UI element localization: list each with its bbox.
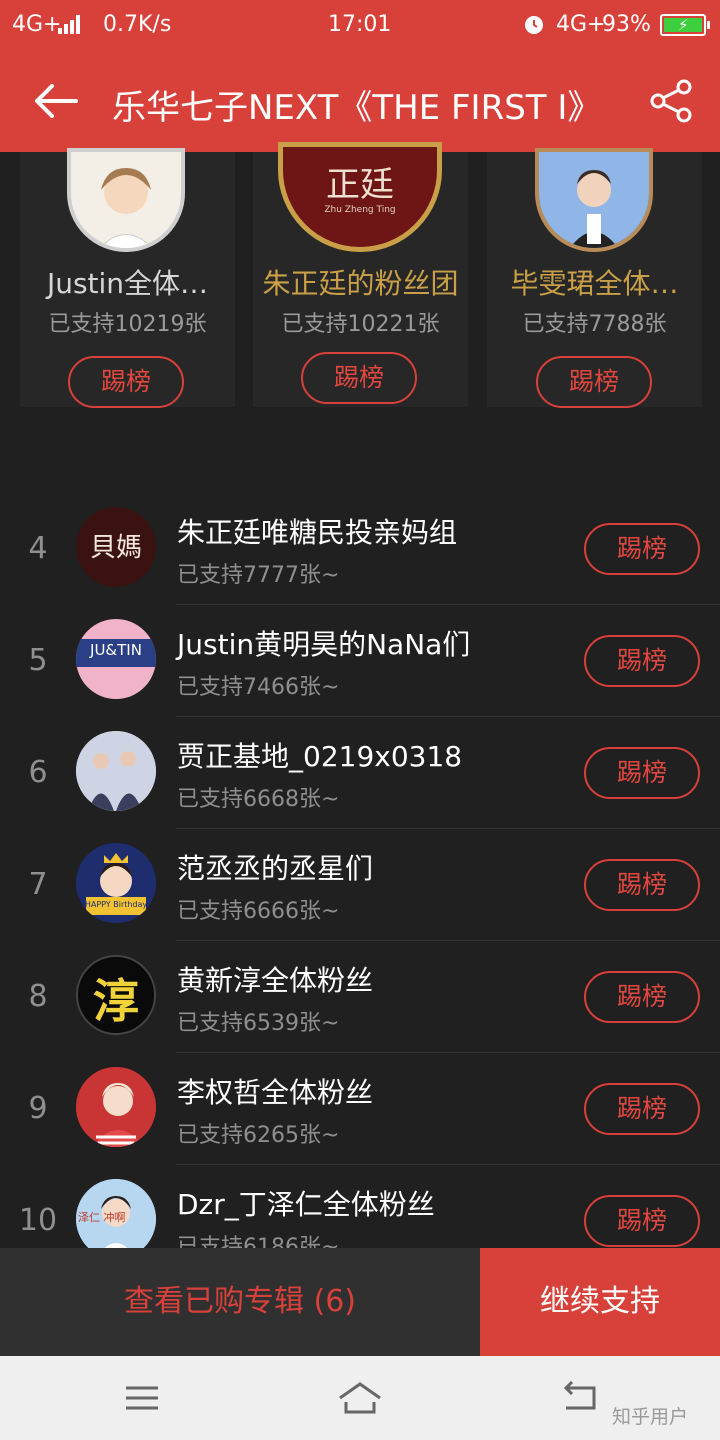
fan-group-name: 范丞丞的丞星们 <box>177 852 374 885</box>
signal-icon <box>58 14 84 34</box>
support-count: 已支持6186张~ <box>177 1235 340 1248</box>
list-item[interactable]: 5 JU&TIN Justin黄明昊的NaNa们 已支持7466张~ 踢榜 <box>0 605 720 717</box>
avatar: 貝媽 <box>76 507 156 587</box>
kick-button[interactable]: 踢榜 <box>584 523 700 575</box>
status-bar: 4G+ 0.7K/s 17:01 4G+ 93% ⚡ <box>0 0 720 50</box>
kick-button[interactable]: 踢榜 <box>584 1195 700 1247</box>
list-item[interactable]: 4 貝媽 朱正廷唯糖民投亲妈组 已支持7777张~ 踢榜 <box>0 493 720 605</box>
fan-group-name: Justin黄明昊的NaNa们 <box>177 628 471 661</box>
bottom-action-bar: 查看已购专辑 (6) 继续支持 <box>0 1248 720 1356</box>
alarm-icon <box>525 16 543 34</box>
page-title: 乐华七子NEXT《THE FIRST I》 <box>112 88 602 128</box>
rank-number: 4 <box>28 531 48 566</box>
watermark: 知乎用户 <box>612 1406 689 1428</box>
support-count: 已支持6668张~ <box>177 787 340 812</box>
avatar-text: HAPPY Birthday <box>84 900 148 909</box>
battery-percent: 93% <box>602 12 651 37</box>
rank-number: 6 <box>28 755 48 790</box>
kick-button[interactable]: 踢榜 <box>68 356 184 408</box>
network-speed: 0.7K/s <box>103 12 172 37</box>
top-three-section: Justin全体… 已支持10219张 踢榜 正廷 Zhu Zheng Ting… <box>0 142 720 452</box>
avatar <box>67 148 185 252</box>
top-support-count: 已支持10221张 <box>281 312 440 337</box>
top-card-second[interactable]: Justin全体… 已支持10219张 踢榜 <box>20 148 235 408</box>
top-name: Justin全体… <box>46 267 209 300</box>
back-icon[interactable] <box>556 1378 604 1418</box>
rank-number: 8 <box>28 979 48 1014</box>
rank-number: 5 <box>28 643 48 678</box>
portrait-photo-icon <box>76 1067 156 1147</box>
kick-button[interactable]: 踢榜 <box>584 1083 700 1135</box>
share-icon[interactable] <box>648 78 696 124</box>
top-support-count: 已支持7788张 <box>522 312 667 337</box>
rank-number: 10 <box>18 1203 58 1238</box>
avatar: JU&TIN <box>76 619 156 699</box>
avatar-calligraphy: 正廷 <box>326 165 394 205</box>
avatar-text: JU&TIN <box>90 641 142 659</box>
avatar-text: 泽仁 冲啊 <box>78 1211 126 1224</box>
fan-group-name: Dzr_丁泽仁全体粉丝 <box>177 1188 435 1221</box>
avatar: HAPPY Birthday <box>76 843 156 923</box>
continue-support-button[interactable]: 继续支持 <box>480 1248 720 1356</box>
rank-number: 7 <box>28 867 48 902</box>
fan-group-name: 李权哲全体粉丝 <box>177 1076 374 1109</box>
kick-button[interactable]: 踢榜 <box>536 356 652 408</box>
back-arrow-icon[interactable] <box>30 78 80 124</box>
battery-icon: ⚡ <box>660 14 710 36</box>
fan-group-name: 黄新淳全体粉丝 <box>177 964 374 997</box>
top-name: 毕雯珺全体… <box>510 267 679 300</box>
network-type: 4G+ <box>12 12 62 37</box>
avatar: 正廷 Zhu Zheng Ting <box>278 142 442 252</box>
cartoon-portrait-icon <box>71 152 181 248</box>
top-card-first[interactable]: 正廷 Zhu Zheng Ting 朱正廷的粉丝团 已支持10221张 踢榜 <box>253 142 468 407</box>
fan-group-name: 贾正基地_0219x0318 <box>177 740 463 773</box>
support-count: 已支持7777张~ <box>177 563 340 588</box>
network-type-right: 4G+ <box>556 12 606 37</box>
support-count: 已支持6265张~ <box>177 1123 340 1148</box>
avatar-text: 貝媽 <box>89 533 142 563</box>
kick-button[interactable]: 踢榜 <box>584 971 700 1023</box>
avatar <box>76 731 156 811</box>
top-name: 朱正廷的粉丝团 <box>262 267 459 300</box>
avatar-caption: Zhu Zheng Ting <box>324 205 396 215</box>
avatar: 淳 <box>76 955 156 1035</box>
list-item[interactable]: 9 李权哲全体粉丝 已支持6265张~ 踢榜 <box>0 1053 720 1165</box>
group-photo-icon <box>76 731 156 811</box>
list-item[interactable]: 7 HAPPY Birthday 范丞丞的丞星们 已支持6666张~ 踢榜 <box>0 829 720 941</box>
avatar: 泽仁 冲啊 <box>76 1179 156 1248</box>
top-card-third[interactable]: 毕雯珺全体… 已支持7788张 踢榜 <box>487 148 702 408</box>
portrait-photo-icon <box>539 152 649 248</box>
list-item[interactable]: 10 泽仁 冲啊 Dzr_丁泽仁全体粉丝 已支持6186张~ 踢榜 <box>0 1165 720 1248</box>
birthday-portrait-icon <box>76 843 156 923</box>
system-nav-bar: 知乎用户 <box>0 1356 720 1440</box>
list-item[interactable]: 6 贾正基地_0219x0318 已支持6668张~ 踢榜 <box>0 717 720 829</box>
support-count: 已支持6666张~ <box>177 899 340 924</box>
app-header: 乐华七子NEXT《THE FIRST I》 <box>0 50 720 152</box>
rank-number: 9 <box>28 1091 48 1126</box>
kick-button[interactable]: 踢榜 <box>301 352 417 404</box>
avatar <box>76 1067 156 1147</box>
support-count: 已支持6539张~ <box>177 1011 340 1036</box>
home-icon[interactable] <box>336 1378 384 1418</box>
list-item[interactable]: 8 淳 黄新淳全体粉丝 已支持6539张~ 踢榜 <box>0 941 720 1053</box>
view-purchased-albums-button[interactable]: 查看已购专辑 (6) <box>0 1248 480 1356</box>
avatar <box>535 148 653 252</box>
fan-group-name: 朱正廷唯糖民投亲妈组 <box>177 516 458 549</box>
clock: 17:01 <box>328 12 392 37</box>
avatar-text: 淳 <box>93 974 139 1028</box>
menu-icon[interactable] <box>118 1378 166 1418</box>
kick-button[interactable]: 踢榜 <box>584 859 700 911</box>
top-support-count: 已支持10219张 <box>48 312 207 337</box>
kick-button[interactable]: 踢榜 <box>584 747 700 799</box>
support-count: 已支持7466张~ <box>177 675 340 700</box>
kick-button[interactable]: 踢榜 <box>584 635 700 687</box>
